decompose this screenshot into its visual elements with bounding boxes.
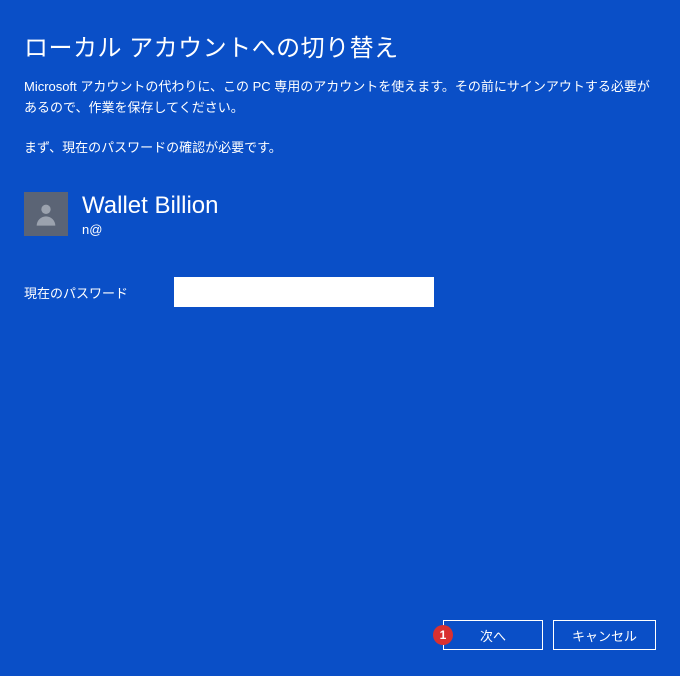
password-input[interactable] (174, 277, 434, 307)
next-button[interactable]: 次へ (443, 620, 543, 650)
person-icon (32, 200, 60, 228)
description-text: Microsoft アカウントの代わりに、この PC 専用のアカウントを使えます… (24, 77, 656, 119)
user-name: Wallet Billion (82, 192, 219, 221)
user-info: Wallet Billion n@ (24, 192, 656, 238)
instruction-text: まず、現在のパスワードの確認が必要です。 (24, 137, 656, 156)
button-bar: 1 次へ キャンセル (443, 620, 656, 650)
password-label: 現在のパスワード (24, 283, 154, 302)
avatar (24, 192, 68, 236)
user-email: n@ (82, 222, 219, 237)
page-title: ローカル アカウントへの切り替え (24, 28, 656, 63)
cancel-button[interactable]: キャンセル (553, 620, 656, 650)
password-row: 現在のパスワード (24, 277, 656, 307)
step-badge: 1 (433, 625, 453, 645)
